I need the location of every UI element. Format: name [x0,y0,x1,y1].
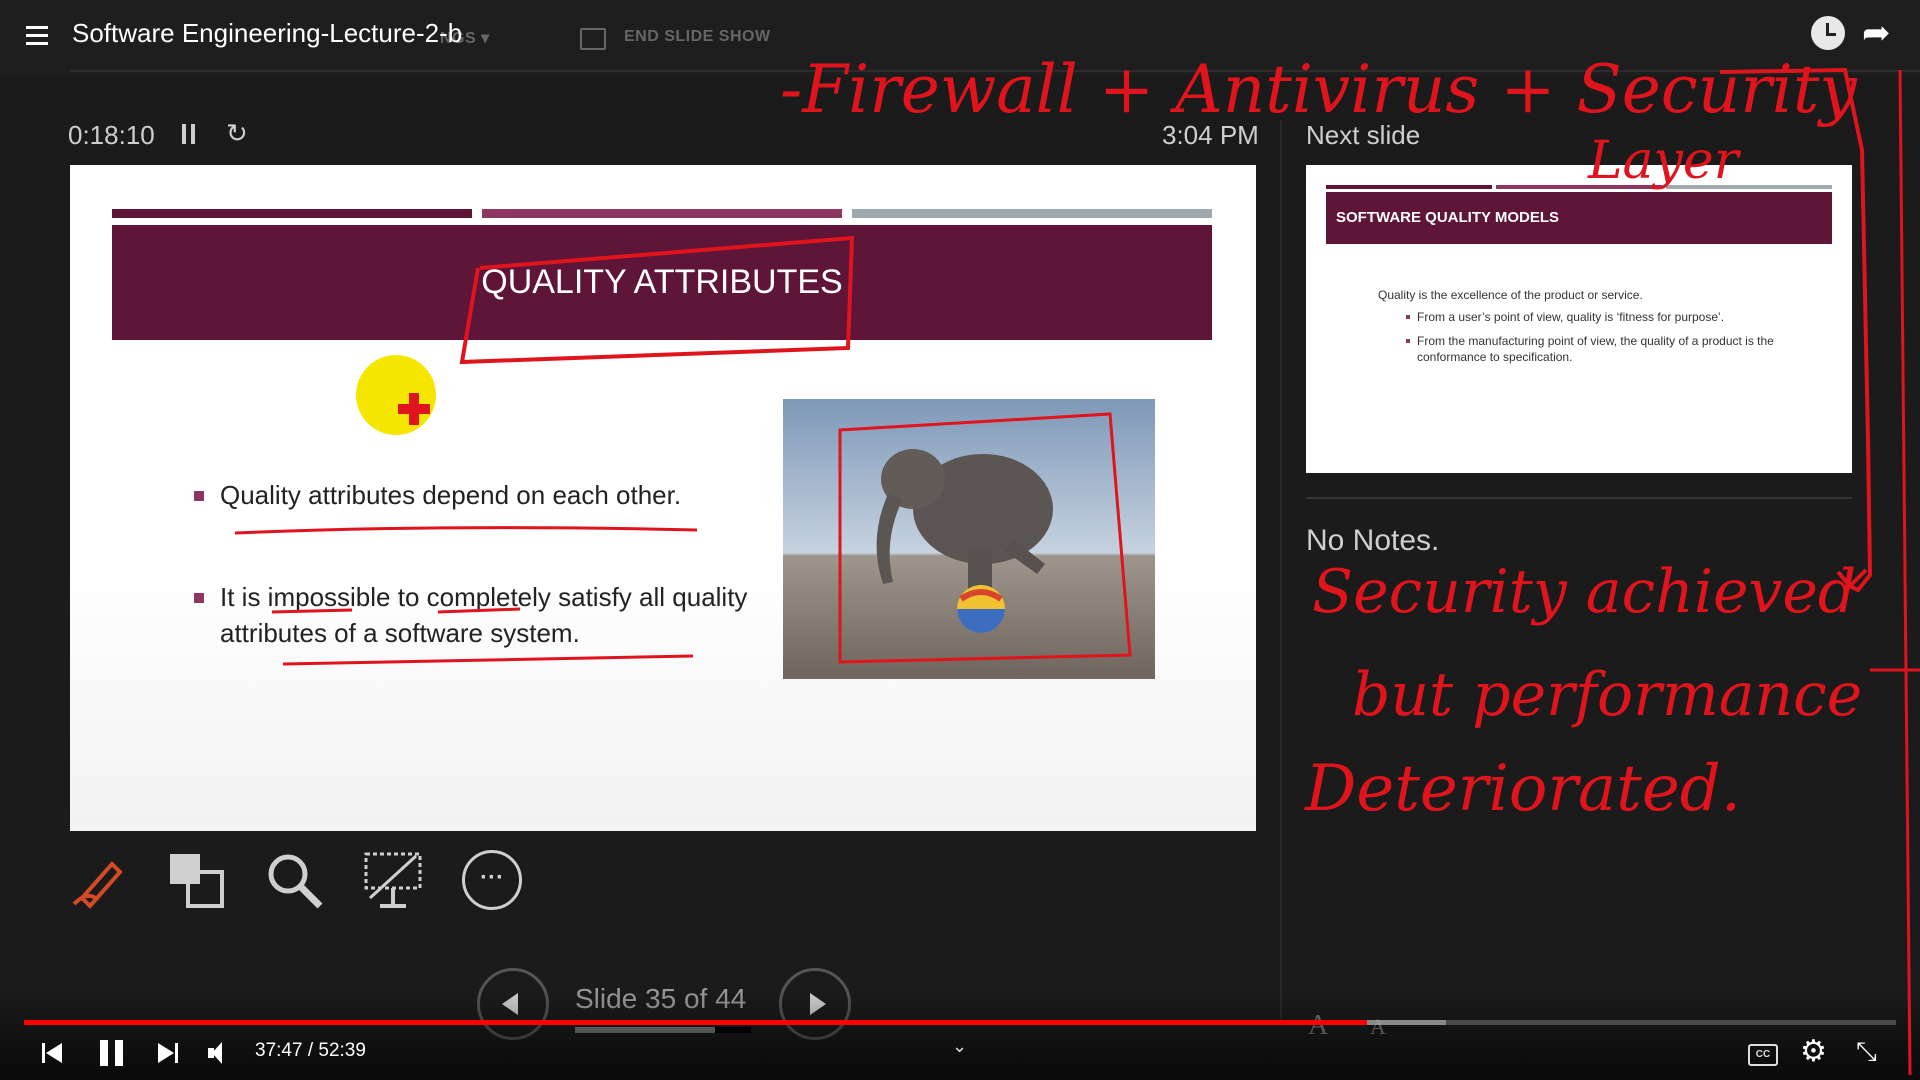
slide-stripe [1496,185,1662,189]
bullet-marker [1406,339,1410,343]
elapsed-timer: 0:18:10 [68,120,155,150]
ink-edge-line [1898,69,1912,1076]
chevron-down-icon[interactable]: ⌄ [952,1036,967,1057]
slide-stripe [852,209,1212,218]
screen-icon[interactable] [362,850,424,912]
speaker-notes: No Notes. [1306,524,1440,557]
slide-stripe [1666,185,1832,189]
settings-icon[interactable]: ⚙ [1800,1034,1827,1069]
bullet-marker [194,593,204,603]
video-progress-played[interactable] [24,1020,1367,1025]
next-slide-bullet: From a user’s point of view, quality is … [1417,310,1725,324]
menu-icon[interactable] [26,26,52,48]
divider [70,70,1920,72]
divider [1280,120,1282,1020]
previous-video-icon[interactable] [42,1042,64,1064]
next-slide-text: Quality is the excellence of the product… [1378,288,1643,302]
video-title[interactable]: Software Engineering-Lecture-2-b [72,18,462,49]
pointer-cross-icon [398,393,430,425]
elephant-on-ball-image [783,399,1155,679]
exit-fullscreen-icon[interactable]: ⤡ [1856,1036,1877,1068]
player-controls-shade [0,990,1920,1080]
slide-stripe [482,209,842,218]
volume-icon[interactable] [208,1042,232,1064]
more-icon[interactable]: ··· [462,850,522,910]
video-time: 37:47 / 52:39 [255,1040,366,1061]
slide-stripe [112,209,472,218]
divider [1306,497,1852,499]
pen-icon[interactable] [68,850,130,912]
bullet-marker [1406,315,1410,319]
next-slide-bullet: From the manufacturing point of view, th… [1417,334,1774,364]
share-icon[interactable]: ➦ [1862,16,1896,50]
end-slide-show-button[interactable]: END SLIDE SHOW [624,28,771,46]
zoom-icon[interactable] [264,850,326,912]
play-pause-icon[interactable] [100,1040,124,1066]
ink-text-right-2: but performance [1352,660,1862,730]
cc-icon[interactable]: CC [1748,1044,1778,1066]
slide-bullet: It is impossible to completely satisfy a… [220,582,748,648]
current-slide: QUALITY ATTRIBUTES Quality attributes de… [70,165,1256,831]
ink-text-right-1: Security achieved [1312,557,1856,627]
clock: 3:04 PM [1162,120,1259,150]
watch-later-icon[interactable] [1811,16,1845,50]
ink-text-right-3: Deteriorated. [1304,752,1741,826]
pause-icon[interactable] [182,124,196,144]
next-video-icon[interactable] [158,1042,180,1064]
next-slide-preview[interactable]: SOFTWARE QUALITY MODELS Quality is the e… [1306,165,1852,473]
next-slide-title: SOFTWARE QUALITY MODELS [1336,209,1560,226]
slide-stripe [1326,185,1492,189]
restart-icon[interactable]: ↻ [226,118,248,149]
slide-bullet: Quality attributes depend on each other. [220,480,682,510]
grid-icon[interactable] [166,850,228,912]
end-show-icon[interactable] [580,28,606,50]
next-slide-heading: Next slide [1306,120,1421,150]
slide-title: QUALITY ATTRIBUTES [481,263,843,301]
bullet-marker [194,491,204,501]
